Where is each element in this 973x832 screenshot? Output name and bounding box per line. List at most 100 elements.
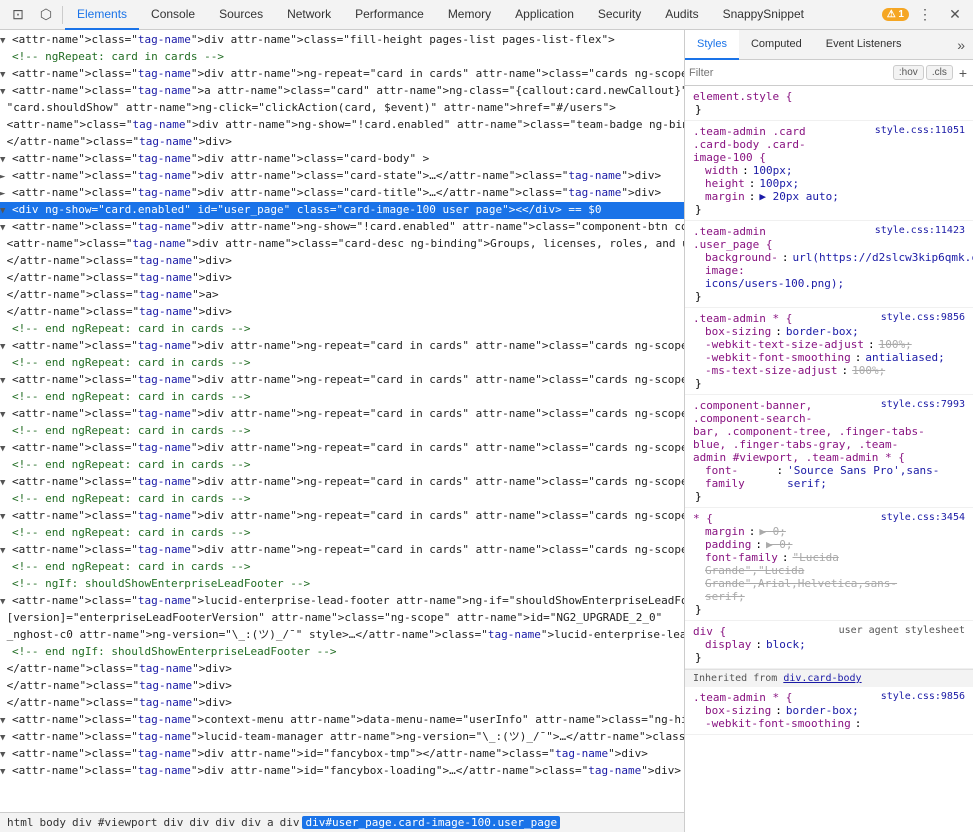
dom-line[interactable]: </attr-name">class="tag-name">div>: [0, 695, 684, 712]
dom-line[interactable]: ▸ <!-- end ngRepeat: card in cards -->: [0, 389, 684, 406]
dom-line[interactable]: ▸ <!-- end ngRepeat: card in cards -->: [0, 423, 684, 440]
dom-line[interactable]: </attr-name">class="tag-name">div>: [0, 134, 684, 151]
dom-line[interactable]: <attr-name">class="tag-name">div attr-na…: [0, 66, 684, 83]
dom-line[interactable]: <attr-name">class="tag-name">div attr-na…: [0, 763, 684, 780]
tab-memory[interactable]: Memory: [436, 0, 503, 30]
breadcrumb-item[interactable]: div: [238, 816, 264, 829]
dom-line[interactable]: ▸ <!-- ngRepeat: card in cards -->: [0, 49, 684, 66]
dom-content[interactable]: <attr-name">class="tag-name">div attr-na…: [0, 30, 684, 812]
dom-line[interactable]: ▸ <!-- end ngRepeat: card in cards -->: [0, 457, 684, 474]
dom-line[interactable]: <attr-name">class="tag-name">div attr-na…: [0, 185, 684, 202]
css-rule-selector[interactable]: admin #viewport, .team-admin * {: [693, 451, 905, 464]
css-rule-selector[interactable]: .team-admin * {: [693, 691, 792, 704]
inherited-link[interactable]: div.card-body: [783, 673, 861, 684]
css-rule-origin[interactable]: style.css:7993: [881, 399, 965, 410]
dom-line[interactable]: <attr-name">class="tag-name">div attr-na…: [0, 338, 684, 355]
dom-line[interactable]: <attr-name">class="tag-name">div attr-na…: [0, 372, 684, 389]
filter-input[interactable]: [689, 67, 889, 79]
inspect-icon[interactable]: ⊡: [4, 0, 32, 30]
tab-network[interactable]: Network: [275, 0, 343, 30]
dom-line[interactable]: ▸ <!-- end ngRepeat: card in cards -->: [0, 355, 684, 372]
dom-line[interactable]: <attr-name">class="tag-name">div attr-na…: [0, 151, 684, 168]
dom-line[interactable]: _nghost-c0 attr-name">ng-version="\_:(ツ)…: [0, 627, 684, 644]
dom-line[interactable]: ▸ <!-- end ngRepeat: card in cards -->: [0, 559, 684, 576]
css-rule-selector[interactable]: blue, .finger-tabs-gray, .team-: [693, 438, 898, 451]
dom-line[interactable]: </attr-name">class="tag-name">div>: [0, 678, 684, 695]
dom-line[interactable]: <attr-name">class="tag-name">div attr-na…: [0, 117, 684, 134]
css-rule-origin[interactable]: style.css:11423: [875, 225, 965, 236]
device-icon[interactable]: ⬡: [32, 0, 60, 30]
dom-line[interactable]: "card.shouldShow" attr-name">ng-click="c…: [0, 100, 684, 117]
breadcrumb-item[interactable]: div: [69, 816, 95, 829]
css-rule-selector[interactable]: image-100 {: [693, 151, 766, 164]
css-rule-selector[interactable]: .user_page {: [693, 238, 772, 251]
dom-line[interactable]: </attr-name">class="tag-name">div>: [0, 661, 684, 678]
add-style-rule-button[interactable]: +: [957, 65, 969, 81]
dom-line[interactable]: [version]="enterpriseLeadFooterVersion" …: [0, 610, 684, 627]
dom-line[interactable]: <attr-name">class="tag-name">div attr-na…: [0, 168, 684, 185]
dom-line[interactable]: <attr-name">class="tag-name">div attr-na…: [0, 542, 684, 559]
css-rule-selector[interactable]: .team-admin: [693, 225, 766, 238]
dom-line[interactable]: <attr-name">class="tag-name">div attr-na…: [0, 236, 684, 253]
dom-line[interactable]: <div ng-show="card.enabled" id="user_pag…: [0, 202, 684, 219]
styles-tab-computed[interactable]: Computed: [739, 30, 814, 60]
breadcrumb-item[interactable]: div: [277, 816, 303, 829]
dom-line[interactable]: <attr-name">class="tag-name">context-men…: [0, 712, 684, 729]
css-rule-selector[interactable]: .component-search-: [693, 412, 812, 425]
breadcrumb-item[interactable]: a: [264, 816, 277, 829]
dom-line[interactable]: <attr-name">class="tag-name">div attr-na…: [0, 746, 684, 763]
tab-console[interactable]: Console: [139, 0, 207, 30]
dom-line[interactable]: <attr-name">class="tag-name">div attr-na…: [0, 406, 684, 423]
close-icon[interactable]: ✕: [941, 0, 969, 30]
css-rule-selector[interactable]: bar, .component-tree, .finger-tabs-: [693, 425, 925, 438]
css-rule-selector[interactable]: .team-admin .card: [693, 125, 806, 138]
dom-line[interactable]: <attr-name">class="tag-name">div attr-na…: [0, 474, 684, 491]
css-rule-selector[interactable]: .component-banner,: [693, 399, 812, 412]
dom-line[interactable]: <attr-name">class="tag-name">lucid-enter…: [0, 593, 684, 610]
breadcrumb-item[interactable]: div: [186, 816, 212, 829]
dom-line[interactable]: </attr-name">class="tag-name">div>: [0, 304, 684, 321]
tab-security[interactable]: Security: [586, 0, 653, 30]
breadcrumb-item[interactable]: div#user_page.card-image-100.user_page: [302, 816, 560, 829]
dom-line[interactable]: <attr-name">class="tag-name">div attr-na…: [0, 32, 684, 49]
css-rule-selector[interactable]: element.style {: [693, 90, 792, 103]
tab-performance[interactable]: Performance: [343, 0, 436, 30]
dom-line[interactable]: <attr-name">class="tag-name">lucid-team-…: [0, 729, 684, 746]
dom-line[interactable]: <attr-name">class="tag-name">div attr-na…: [0, 508, 684, 525]
breadcrumb-item[interactable]: div: [212, 816, 238, 829]
dom-line[interactable]: ▸ <!-- end ngRepeat: card in cards -->: [0, 321, 684, 338]
css-rule-selector[interactable]: div {: [693, 625, 726, 638]
tab-application[interactable]: Application: [503, 0, 586, 30]
css-rule-origin[interactable]: style.css:3454: [881, 512, 965, 523]
filter-badge[interactable]: .cls: [926, 65, 953, 80]
filter-badge[interactable]: :hov: [893, 65, 924, 80]
dom-line[interactable]: ▸ <!-- end ngRepeat: card in cards -->: [0, 525, 684, 542]
css-rule-selector[interactable]: .card-body .card-: [693, 138, 806, 151]
more-icon[interactable]: ⋮: [911, 0, 939, 30]
styles-tab-event-listeners[interactable]: Event Listeners: [814, 30, 914, 60]
styles-tab-styles[interactable]: Styles: [685, 30, 739, 60]
tab-sources[interactable]: Sources: [207, 0, 275, 30]
css-rule-selector[interactable]: .team-admin * {: [693, 312, 792, 325]
dom-line[interactable]: ▸ <!-- ngIf: shouldShowEnterpriseLeadFoo…: [0, 576, 684, 593]
dom-line[interactable]: ▸ <!-- end ngRepeat: card in cards -->: [0, 491, 684, 508]
css-rule-origin[interactable]: style.css:11051: [875, 125, 965, 136]
dom-line[interactable]: </attr-name">class="tag-name">div>: [0, 253, 684, 270]
tab-snappysnippet[interactable]: SnappySnippet: [711, 0, 816, 30]
dom-line[interactable]: </attr-name">class="tag-name">div>: [0, 270, 684, 287]
dom-line[interactable]: ▸ <!-- end ngIf: shouldShowEnterpriseLea…: [0, 644, 684, 661]
dom-line[interactable]: <attr-name">class="tag-name">div attr-na…: [0, 440, 684, 457]
dom-line[interactable]: <attr-name">class="tag-name">a attr-name…: [0, 83, 684, 100]
breadcrumb-item[interactable]: #viewport: [95, 816, 161, 829]
breadcrumb-item[interactable]: html: [4, 816, 37, 829]
css-rule-origin[interactable]: style.css:9856: [881, 691, 965, 702]
tab-elements[interactable]: Elements: [65, 0, 139, 30]
breadcrumb-item[interactable]: div: [160, 816, 186, 829]
dom-line[interactable]: <attr-name">class="tag-name">div attr-na…: [0, 219, 684, 236]
styles-tab-more[interactable]: »: [949, 37, 973, 53]
tab-audits[interactable]: Audits: [653, 0, 710, 30]
css-rule-origin[interactable]: style.css:9856: [881, 312, 965, 323]
breadcrumb-item[interactable]: body: [37, 816, 70, 829]
dom-line[interactable]: </attr-name">class="tag-name">a>: [0, 287, 684, 304]
css-rule-selector[interactable]: * {: [693, 512, 713, 525]
